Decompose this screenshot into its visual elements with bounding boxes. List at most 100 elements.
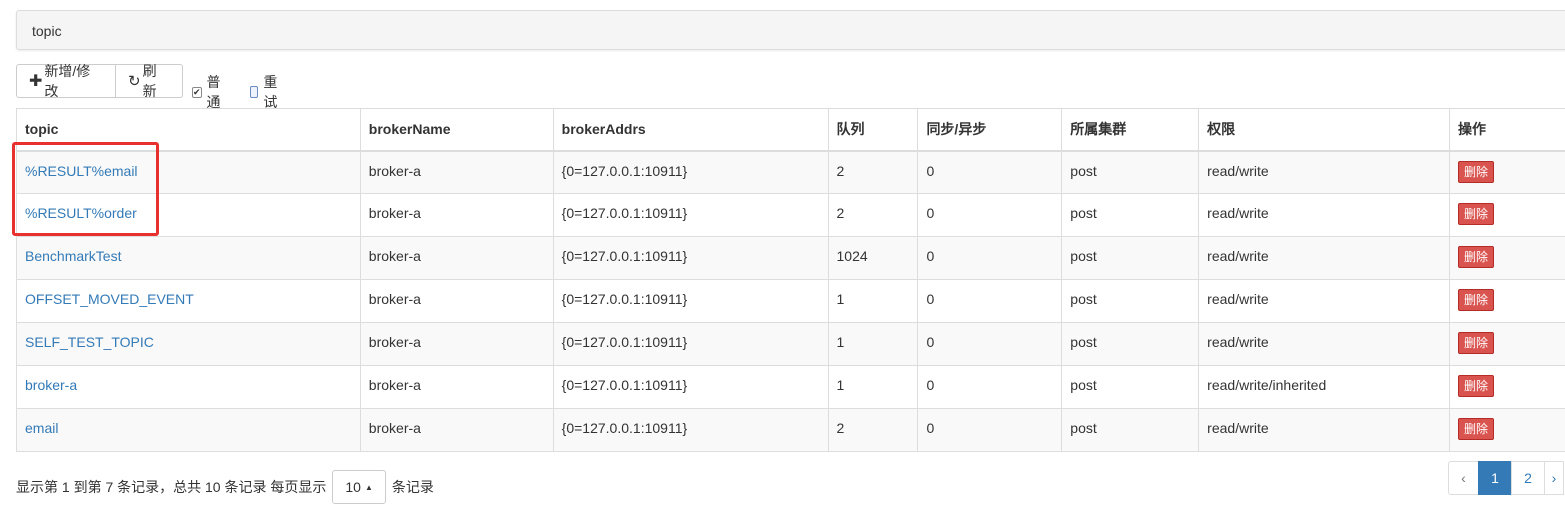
sync-cell: 0 bbox=[917, 236, 1063, 280]
sync-cell: 0 bbox=[917, 365, 1063, 409]
filter-normal-label: 普通 bbox=[206, 74, 221, 110]
permission-cell: read/write bbox=[1198, 193, 1451, 237]
page-button-2[interactable]: 2 bbox=[1511, 461, 1545, 495]
broker-name-cell: broker-a bbox=[359, 279, 554, 323]
permission-cell: read/write bbox=[1198, 236, 1451, 280]
topic-link[interactable]: broker-a bbox=[25, 377, 77, 393]
topic-table: topic brokerName brokerAddrs 队列 同步/异步 所属… bbox=[16, 108, 1565, 452]
delete-button[interactable]: 删除 bbox=[1458, 160, 1495, 183]
cluster-cell: post bbox=[1061, 365, 1200, 409]
pagination-info-suffix: 条记录 bbox=[391, 479, 434, 495]
topic-cell: OFFSET_MOVED_EVENT bbox=[16, 279, 361, 323]
caret-up-icon: ▲ bbox=[364, 482, 373, 492]
queues-cell: 1 bbox=[827, 322, 919, 366]
topic-cell: %RESULT%order bbox=[16, 193, 361, 237]
delete-button[interactable]: 删除 bbox=[1458, 375, 1495, 397]
pagination-info-text: 显示第 1 到第 7 条记录，总共 10 条记录 每页显示 bbox=[16, 479, 327, 495]
topic-link[interactable]: %RESULT%order bbox=[25, 205, 137, 221]
action-cell: 删除 bbox=[1449, 408, 1565, 452]
table-row: %RESULT%email broker-a {0=127.0.0.1:1091… bbox=[16, 150, 1565, 194]
delete-button[interactable]: 删除 bbox=[1458, 332, 1495, 354]
permission-cell: read/write bbox=[1198, 408, 1451, 452]
column-header-topic: topic bbox=[16, 108, 361, 152]
queues-cell: 1 bbox=[827, 279, 919, 323]
pagination: ‹ 1 2 › bbox=[1448, 461, 1564, 495]
queues-cell: 1 bbox=[827, 365, 919, 409]
panel-heading: topic bbox=[16, 10, 1565, 50]
topic-link[interactable]: SELF_TEST_TOPIC bbox=[25, 334, 154, 350]
table-row: email broker-a {0=127.0.0.1:10911} 2 0 p… bbox=[16, 408, 1565, 452]
delete-button[interactable]: 删除 bbox=[1458, 203, 1495, 225]
refresh-label: 刷新 bbox=[142, 63, 157, 99]
broker-name-cell: broker-a bbox=[359, 365, 554, 409]
action-cell: 删除 bbox=[1449, 365, 1565, 409]
sync-cell: 0 bbox=[917, 279, 1063, 323]
topic-link[interactable]: BenchmarkTest bbox=[25, 248, 121, 264]
topic-link[interactable]: %RESULT%email bbox=[25, 163, 138, 179]
broker-addrs-cell: {0=127.0.0.1:10911} bbox=[552, 408, 829, 452]
broker-name-cell: broker-a bbox=[359, 193, 554, 237]
column-header-action: 操作 bbox=[1449, 108, 1565, 152]
table-row: BenchmarkTest broker-a {0=127.0.0.1:1091… bbox=[16, 236, 1565, 280]
permission-cell: read/write/inherited bbox=[1198, 365, 1451, 409]
toolbar-button-group: ✚ 新增/修改 ↻ 刷新 bbox=[16, 63, 183, 99]
queues-cell: 1024 bbox=[827, 236, 919, 280]
plus-icon: ✚ bbox=[29, 73, 43, 90]
table-row: SELF_TEST_TOPIC broker-a {0=127.0.0.1:10… bbox=[16, 322, 1565, 366]
queues-cell: 2 bbox=[827, 408, 919, 452]
cluster-cell: post bbox=[1061, 150, 1200, 194]
filter-normal-checkbox[interactable]: ✔ 普通 bbox=[192, 72, 222, 112]
cluster-cell: post bbox=[1061, 236, 1200, 280]
topic-cell: email bbox=[16, 408, 361, 452]
column-header-sync: 同步/异步 bbox=[917, 108, 1063, 152]
add-edit-button[interactable]: ✚ 新增/修改 bbox=[16, 63, 116, 99]
action-cell: 删除 bbox=[1449, 193, 1565, 237]
broker-addrs-cell: {0=127.0.0.1:10911} bbox=[552, 322, 829, 366]
cluster-cell: post bbox=[1061, 322, 1200, 366]
checkbox-unchecked-icon[interactable] bbox=[250, 86, 259, 98]
panel-title: topic bbox=[32, 23, 62, 39]
column-header-broker-addrs: brokerAddrs bbox=[552, 108, 829, 152]
page-next-button[interactable]: › bbox=[1544, 461, 1564, 495]
delete-button[interactable]: 删除 bbox=[1458, 289, 1495, 311]
permission-cell: read/write bbox=[1198, 279, 1451, 323]
page-size-value: 10 bbox=[345, 479, 361, 495]
broker-name-cell: broker-a bbox=[359, 150, 554, 194]
permission-cell: read/write bbox=[1198, 150, 1451, 194]
filter-retry-checkbox[interactable]: 重试 bbox=[250, 72, 281, 112]
action-cell: 删除 bbox=[1449, 150, 1565, 194]
delete-button[interactable]: 删除 bbox=[1458, 418, 1495, 440]
broker-addrs-cell: {0=127.0.0.1:10911} bbox=[552, 150, 829, 194]
topic-cell: SELF_TEST_TOPIC bbox=[16, 322, 361, 366]
cluster-cell: post bbox=[1061, 408, 1200, 452]
sync-cell: 0 bbox=[917, 150, 1063, 194]
table-row: OFFSET_MOVED_EVENT broker-a {0=127.0.0.1… bbox=[16, 279, 1565, 323]
broker-name-cell: broker-a bbox=[359, 236, 554, 280]
topic-cell: %RESULT%email bbox=[16, 150, 361, 194]
action-cell: 删除 bbox=[1449, 236, 1565, 280]
topic-link[interactable]: OFFSET_MOVED_EVENT bbox=[25, 291, 194, 307]
topic-cell: BenchmarkTest bbox=[16, 236, 361, 280]
queues-cell: 2 bbox=[827, 150, 919, 194]
table-row: broker-a broker-a {0=127.0.0.1:10911} 1 … bbox=[16, 365, 1565, 409]
queues-cell: 2 bbox=[827, 193, 919, 237]
topic-link[interactable]: email bbox=[25, 420, 58, 436]
broker-addrs-cell: {0=127.0.0.1:10911} bbox=[552, 193, 829, 237]
sync-cell: 0 bbox=[917, 193, 1063, 237]
action-cell: 删除 bbox=[1449, 279, 1565, 323]
broker-name-cell: broker-a bbox=[359, 322, 554, 366]
page-button-1[interactable]: 1 bbox=[1478, 461, 1512, 495]
column-header-queues: 队列 bbox=[827, 108, 919, 152]
add-edit-label: 新增/修改 bbox=[44, 63, 91, 99]
refresh-button[interactable]: ↻ 刷新 bbox=[115, 63, 183, 99]
action-cell: 删除 bbox=[1449, 322, 1565, 366]
delete-button[interactable]: 删除 bbox=[1458, 246, 1495, 268]
page-prev-button[interactable]: ‹ bbox=[1448, 461, 1479, 495]
permission-cell: read/write bbox=[1198, 322, 1451, 366]
column-header-permission: 权限 bbox=[1198, 108, 1451, 152]
checkbox-checked-icon[interactable]: ✔ bbox=[192, 86, 202, 98]
filter-retry-label: 重试 bbox=[263, 74, 278, 110]
page-size-dropdown[interactable]: 10 ▲ bbox=[332, 470, 386, 504]
refresh-icon: ↻ bbox=[128, 73, 141, 90]
pagination-info: 显示第 1 到第 7 条记录，总共 10 条记录 每页显示 10 ▲ 条记录 bbox=[16, 470, 434, 504]
